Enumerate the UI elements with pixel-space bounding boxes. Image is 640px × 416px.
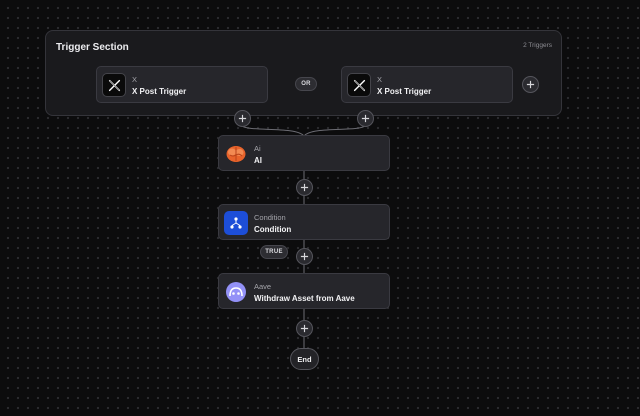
trigger-subtitle: X [132,75,138,84]
ai-node-subtitle: Ai [254,144,261,153]
add-step-button-after-aave[interactable] [296,320,313,337]
trigger-card-x-2[interactable]: X X Post Trigger [341,66,513,103]
ai-node-title: AI [254,156,262,165]
trigger-section-title: Trigger Section [56,42,129,53]
plus-icon [300,183,309,192]
x-logo-icon [347,73,371,97]
add-step-button-after-ai[interactable] [296,179,313,196]
add-step-button-after-condition[interactable] [296,248,313,265]
branch-icon [224,211,248,235]
trigger-count: 2 Triggers [523,42,552,49]
condition-node-subtitle: Condition [254,213,286,222]
plus-icon [300,324,309,333]
trigger-card-x-1[interactable]: X X Post Trigger [96,66,268,103]
trigger-title: X Post Trigger [132,87,187,96]
or-badge: OR [295,77,317,91]
condition-node-title: Condition [254,225,292,234]
add-step-button-trigger-2[interactable] [357,110,374,127]
aave-node-title: Withdraw Asset from Aave [254,294,355,303]
add-step-button-trigger-1[interactable] [234,110,251,127]
end-node[interactable]: End [290,348,319,370]
aave-node-subtitle: Aave [254,282,272,291]
condition-node[interactable]: Condition Condition [218,204,390,240]
x-logo-icon [102,73,126,97]
workflow-canvas[interactable]: Trigger Section 2 Triggers X X Post Trig… [0,0,640,416]
add-trigger-button[interactable] [522,76,539,93]
aave-node[interactable]: Aave Withdraw Asset from Aave [218,273,390,309]
aave-ghost-icon [224,280,248,304]
trigger-subtitle: X [377,75,383,84]
trigger-title: X Post Trigger [377,87,432,96]
plus-icon [526,80,535,89]
plus-icon [361,114,370,123]
plus-icon [238,114,247,123]
ai-node[interactable]: Ai AI [218,135,390,171]
brain-icon [224,142,248,166]
true-branch-label: TRUE [260,245,288,259]
plus-icon [300,252,309,261]
